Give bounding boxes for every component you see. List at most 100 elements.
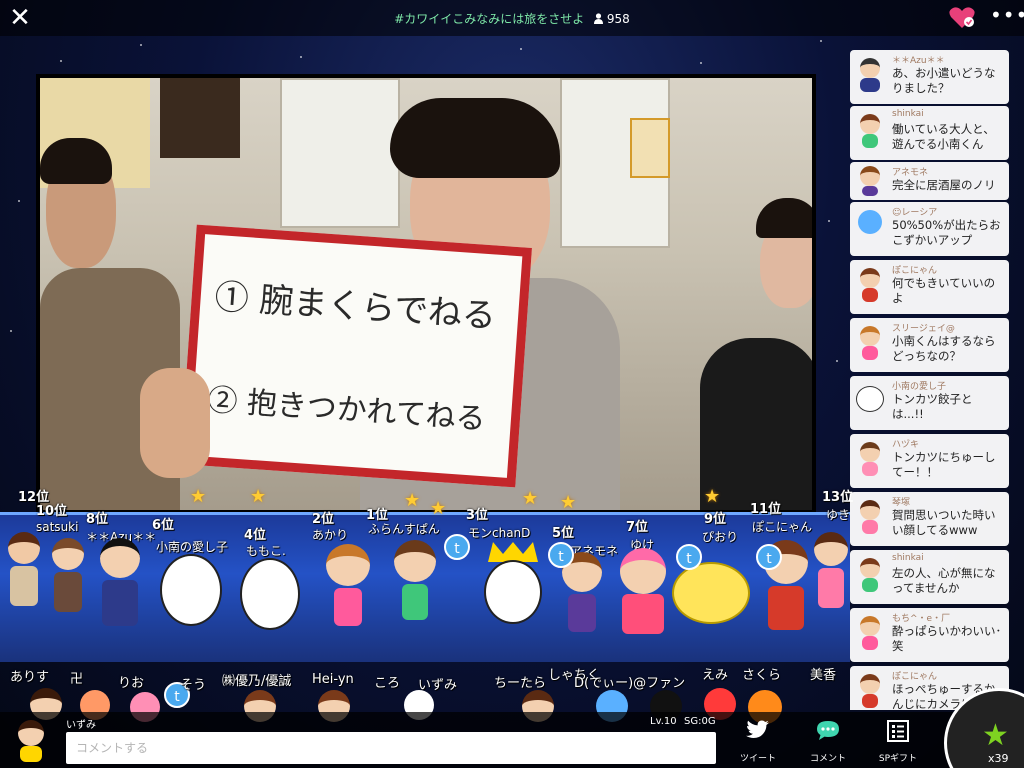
star-icon: ★ — [704, 486, 721, 507]
twitter-icon: t — [444, 534, 470, 560]
comment-item[interactable]: shinkai 働いている大人と、遊んでる小南くん — [850, 106, 1009, 160]
rank-label: 8位 — [86, 512, 109, 527]
avatar[interactable] — [240, 558, 300, 642]
avatar[interactable] — [672, 562, 752, 632]
comment-user: ぽこにゃん — [892, 672, 938, 682]
comment-text: あ、お小遣いどうなりました？ — [892, 66, 996, 95]
comment-text: 働いている大人と、遊んでる小南くん — [892, 122, 995, 151]
star-icon: ★ — [404, 490, 421, 511]
comment-item[interactable]: もち^・e・厂 酔っぱらいかわいい･笑 — [850, 608, 1009, 662]
commenter-avatar — [856, 616, 884, 650]
star-icon: ★ — [430, 498, 447, 519]
rank-name: ぽこにゃん — [752, 520, 813, 534]
sg-points: SG:0G — [684, 716, 716, 727]
rank-label: 10位 — [36, 504, 68, 519]
comment-button[interactable]: コメント — [800, 718, 856, 766]
commenter-avatar — [856, 166, 884, 200]
rank-label: 9位 — [704, 512, 727, 527]
person-icon — [594, 13, 604, 24]
commenter-avatar — [856, 384, 884, 418]
comment-item[interactable]: スリージェイ@ 小南くんはするならどっちなの？ — [850, 318, 1009, 372]
more-icon: ••• — [990, 3, 1024, 27]
food-poster — [160, 78, 240, 158]
person-left-hair — [40, 138, 112, 184]
sp-gift-icon — [887, 720, 909, 742]
room-title: #カワイイこみなみには旅をさせよ 958 — [0, 10, 1024, 27]
commenter-avatar — [856, 326, 884, 360]
sp-gift-button[interactable]: SPギフト — [870, 718, 926, 766]
live-stream-screen: ✕ #カワイイこみなみには旅をさせよ 958 ••• — [0, 0, 1024, 768]
comment-user: もち^・e・厂 — [892, 614, 951, 624]
audience-name: ㈱優乃/優誠 — [222, 674, 292, 689]
comment-text: トンカツ餃子とは...!! — [892, 392, 973, 421]
comment-user: 琴塚 — [892, 498, 911, 508]
star-icon: ★ — [250, 486, 267, 507]
comment-text: 完全に居酒屋のノリ — [892, 178, 996, 192]
avatar[interactable] — [390, 540, 440, 632]
rank-label: 13位 — [822, 490, 854, 505]
whiteboard-line-2: ② 抱きつかれてねる — [206, 382, 487, 438]
top-bar: ✕ #カワイイこみなみには旅をさせよ 958 ••• — [0, 0, 1024, 36]
comment-item[interactable]: ぽこにゃん 何でもきいていいのよ — [850, 260, 1009, 314]
avatar[interactable] — [94, 538, 146, 634]
person-center-hair — [390, 98, 560, 178]
heart-check-icon — [949, 7, 975, 28]
comment-label: コメント — [809, 754, 846, 764]
person-right-body — [700, 338, 812, 510]
hand — [140, 368, 210, 478]
comment-user: ＊＊Azu＊＊ — [892, 56, 945, 66]
commenter-avatar — [856, 442, 884, 476]
commenter-avatar — [856, 500, 884, 534]
rank-label: 7位 — [626, 520, 649, 535]
rank-label: 3位 — [466, 508, 489, 523]
avatar[interactable] — [46, 538, 90, 624]
avatar[interactable] — [480, 542, 546, 638]
poster — [630, 118, 670, 178]
star-icon: ★ — [522, 488, 539, 509]
sp-gift-label: SPギフト — [878, 754, 918, 764]
twitter-icon — [746, 720, 769, 738]
comment-user: shinkai — [892, 553, 924, 563]
my-avatar[interactable] — [12, 716, 50, 764]
avatar[interactable] — [812, 532, 850, 628]
video-player[interactable]: ① 腕まくらでねる ② 抱きつかれてねる — [36, 74, 816, 514]
star-icon: ★ — [190, 486, 207, 507]
comment-item[interactable]: 小南の愛し子 トンカツ餃子とは...!! — [850, 376, 1009, 430]
comment-item[interactable]: ＊＊Azu＊＊ あ、お小遣いどうなりました？ — [850, 50, 1009, 104]
comment-input[interactable] — [66, 732, 716, 764]
avatar[interactable] — [2, 532, 46, 618]
comment-item[interactable]: shinkai 左の人、心が無になってませんか — [850, 550, 1009, 604]
comment-list[interactable]: ＊＊Azu＊＊ あ、お小遣いどうなりました？ shinkai 働いている大人と、… — [850, 50, 1010, 710]
favorite-button[interactable] — [948, 6, 976, 30]
avatar[interactable] — [322, 544, 374, 634]
comment-item[interactable]: ハヅキ トンカツにちゅーしてー！！ — [850, 434, 1009, 488]
rank-name: モンchanD — [468, 526, 531, 540]
rank-label: 11位 — [750, 502, 782, 517]
more-options-button[interactable]: ••• — [990, 5, 1024, 30]
rank-label: 5位 — [552, 526, 575, 541]
comment-item[interactable]: アネモネ 完全に居酒屋のノリ — [850, 162, 1009, 200]
tweet-button[interactable]: ツイート — [730, 718, 786, 766]
comment-user: ☺レーシア — [892, 208, 938, 218]
comment-user: shinkai — [892, 109, 924, 119]
whiteboard: ① 腕まくらでねる ② 抱きつかれてねる — [180, 224, 532, 488]
avatar[interactable] — [614, 548, 672, 644]
comment-text: 何でもきいていいのよ — [892, 276, 996, 305]
rank-name: あかり — [312, 528, 349, 542]
twitter-icon: t — [676, 544, 702, 570]
gift-count: x39 — [988, 752, 1009, 765]
store-shelf-left — [280, 78, 400, 228]
audience-name: 美香 — [810, 668, 837, 683]
audience-name: さくら — [742, 668, 782, 683]
comment-text: トンカツにちゅーしてー！！ — [892, 450, 996, 479]
user-level: Lv.10 — [650, 716, 677, 727]
comment-item[interactable]: 琴塚 賀問思いついた時いい顔してるwww — [850, 492, 1009, 546]
avatar[interactable] — [158, 554, 224, 638]
rank-name: ふらんすぱん — [368, 522, 440, 536]
comment-text: 賀問思いついた時いい顔してるwww — [892, 508, 996, 537]
rank-name: 小南の愛し子 — [156, 540, 229, 554]
comment-item[interactable]: ☺レーシア 50%50%が出たらおこずかいアップ — [850, 202, 1009, 256]
twitter-icon: t — [756, 544, 782, 570]
comment-text: 左の人、心が無になってませんか — [892, 566, 996, 595]
tweet-label: ツイート — [739, 754, 776, 764]
